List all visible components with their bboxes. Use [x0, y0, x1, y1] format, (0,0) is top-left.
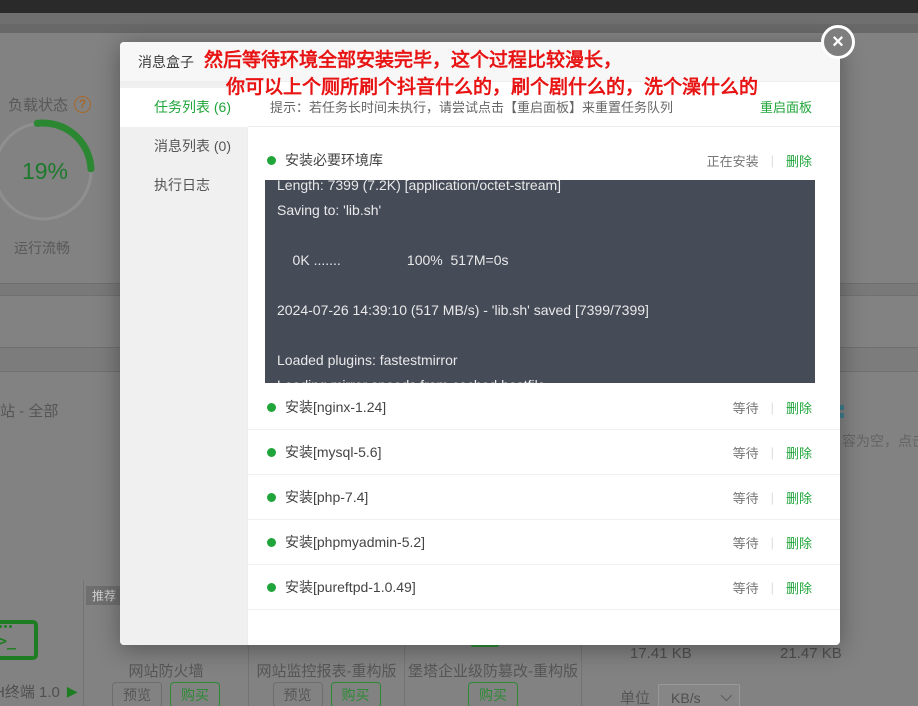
task-status: 等待 [733, 578, 759, 597]
modal-content: 提示：若任务长时间未执行，请尝试点击【重启面板】来重置任务队列 重启面板 安装必… [248, 82, 840, 645]
task-status: 正在安装 [707, 151, 759, 170]
tip-row: 提示：若任务长时间未执行，请尝试点击【重启面板】来重置任务队列 重启面板 [248, 82, 840, 127]
plugin-title: 网站监控报表-重构版 [249, 660, 404, 681]
task-status: 等待 [733, 443, 759, 462]
task-status: 等待 [733, 533, 759, 552]
modal-sidebar: 任务列表 (6) 消息列表 (0) 执行日志 [120, 82, 248, 645]
console-text: Length: 7399 (7.2K) [application/octet-s… [277, 180, 803, 383]
task-row-pureftpd: 安装[pureftpd-1.0.49] 等待 | 删除 [248, 565, 840, 610]
task-row-nginx: 安装[nginx-1.24] 等待 | 删除 [248, 385, 840, 430]
preview-button[interactable]: 预览 [273, 682, 323, 706]
task-label: 安装[nginx-1.24] [285, 397, 733, 417]
ssh-terminal-icon[interactable]: >_ [0, 620, 38, 660]
sidebar-item-task-list[interactable]: 任务列表 (6) [120, 88, 248, 127]
site-filter-label: 站 - 全部 [0, 400, 58, 421]
modal-header: 消息盒子 [120, 42, 840, 82]
unit-label: 单位 [620, 687, 650, 706]
buy-button[interactable]: 购买 [331, 682, 381, 706]
task-label: 安装[php-7.4] [285, 487, 733, 507]
page-nav-bar [0, 13, 918, 24]
task-row-mysql: 安装[mysql-5.6] 等待 | 删除 [248, 430, 840, 475]
task-delete-link[interactable]: 删除 [786, 533, 812, 552]
task-status-dot-icon [267, 493, 276, 502]
task-label: 安装[phpmyadmin-5.2] [285, 532, 733, 552]
traffic-up-value: 17.41 KB [630, 645, 692, 662]
load-status-label: 负载状态 [8, 94, 68, 115]
separator: | [771, 400, 774, 415]
install-console-output[interactable]: Length: 7399 (7.2K) [application/octet-s… [265, 180, 815, 383]
task-status-dot-icon [267, 538, 276, 547]
play-icon: ▶ [67, 683, 78, 700]
terminal-window-dots-icon [0, 625, 12, 628]
task-delete-link[interactable]: 删除 [786, 151, 812, 170]
buy-button[interactable]: 购买 [170, 682, 220, 706]
task-delete-link[interactable]: 删除 [786, 443, 812, 462]
unit-select[interactable]: KB/s [658, 684, 740, 706]
separator: | [771, 490, 774, 505]
plugin-title: 网站防火墙 [84, 660, 248, 681]
task-delete-link[interactable]: 删除 [786, 398, 812, 417]
task-status-dot-icon [267, 403, 276, 412]
load-status-text: 运行流畅 [14, 238, 70, 258]
browser-top-bar [0, 0, 918, 13]
separator: | [771, 580, 774, 595]
task-delete-link[interactable]: 删除 [786, 488, 812, 507]
task-label: 安装[pureftpd-1.0.49] [285, 577, 733, 597]
sidebar-item-exec-log[interactable]: 执行日志 [120, 166, 247, 205]
help-icon[interactable]: ? [74, 96, 91, 113]
traffic-unit-row: 单位 KB/s [620, 684, 740, 706]
message-box-modal: 消息盒子 × 然后等待环境全部安装完毕，这个过程比较漫长， 你可以上个厕所刷个抖… [120, 42, 840, 645]
load-status-header: 负载状态 ? [8, 94, 91, 115]
close-icon[interactable]: × [821, 25, 855, 59]
separator: | [771, 535, 774, 550]
chevron-down-icon [721, 690, 732, 701]
task-label: 安装必要环境库 [285, 150, 707, 170]
buy-button[interactable]: 购买 [468, 682, 518, 706]
separator: | [771, 153, 774, 168]
plugin-title: 堡塔企业级防篡改-重构版 [405, 660, 581, 681]
task-status: 等待 [733, 488, 759, 507]
task-status: 等待 [733, 398, 759, 417]
terminal-name-text: H终端 1.0 [0, 681, 60, 702]
modal-title: 消息盒子 [138, 42, 194, 82]
tip-text: 提示：若任务长时间未执行，请尝试点击【重启面板】来重置任务队列 [270, 97, 673, 116]
task-delete-link[interactable]: 删除 [786, 578, 812, 597]
preview-button[interactable]: 预览 [112, 682, 162, 706]
restart-panel-link[interactable]: 重启面板 [760, 97, 812, 116]
task-row-phpmyadmin: 安装[phpmyadmin-5.2] 等待 | 删除 [248, 520, 840, 565]
task-label: 安装[mysql-5.6] [285, 442, 733, 462]
task-row-env-lib: 安装必要环境库 正在安装 | 删除 [248, 142, 840, 178]
task-row-php: 安装[php-7.4] 等待 | 删除 [248, 475, 840, 520]
task-status-dot-icon [267, 448, 276, 457]
sidebar-item-message-list[interactable]: 消息列表 (0) [120, 127, 247, 166]
unit-select-value: KB/s [671, 690, 701, 706]
ssh-terminal-label[interactable]: H终端 1.0 ▶ [0, 681, 78, 702]
traffic-down-value: 21.47 KB [780, 645, 842, 662]
recommended-badge: 推荐 [86, 586, 122, 605]
terminal-prompt-icon: >_ [0, 632, 16, 650]
separator: | [771, 445, 774, 460]
task-status-dot-icon [267, 583, 276, 592]
load-percent-value: 19% [0, 158, 90, 185]
page-root: 负载状态 ? 19% 运行流畅 站 - 全部 容为空，点击 >_ H终端 1.0… [0, 0, 918, 706]
page-subnav-bar [0, 24, 918, 33]
clipped-empty-hint-text: 容为空，点击 [842, 431, 918, 451]
task-status-dot-icon [267, 156, 276, 165]
